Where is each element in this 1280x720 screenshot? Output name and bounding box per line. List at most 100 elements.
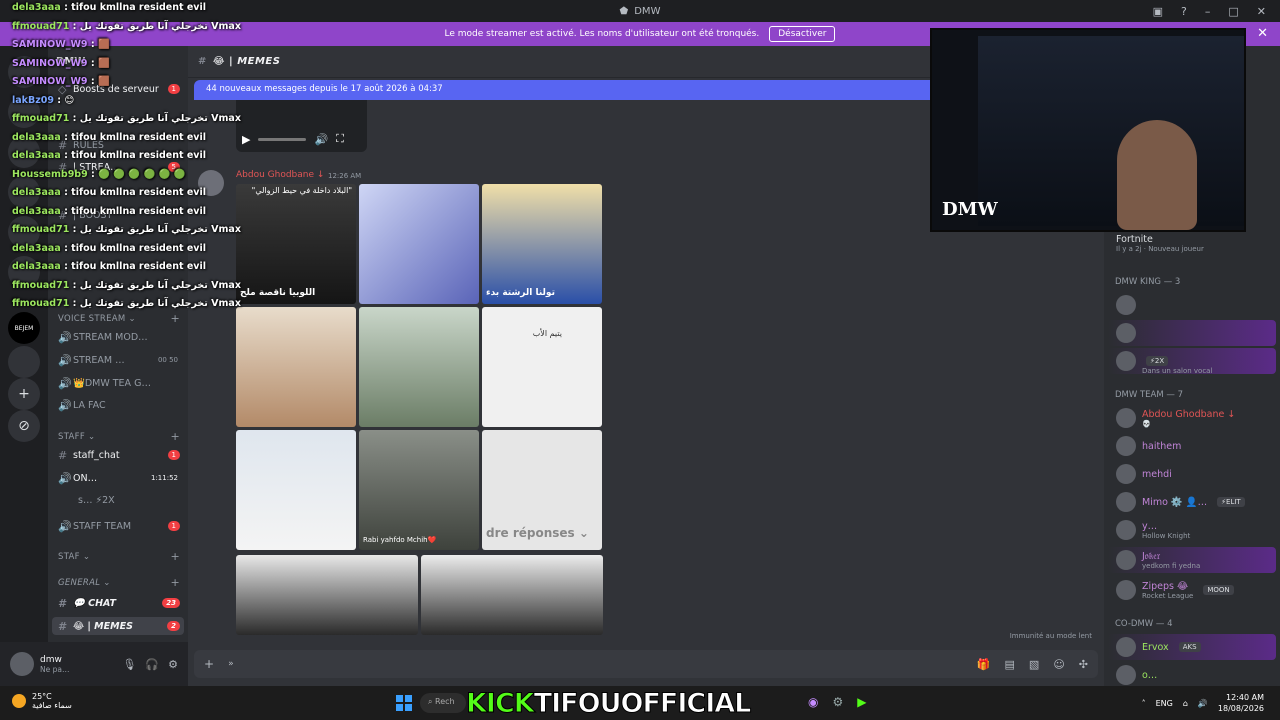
sun-icon [12, 694, 26, 708]
sticker-icon[interactable]: ▧ [1029, 658, 1039, 671]
inbox-icon[interactable]: ▣ [1153, 5, 1163, 18]
avatar[interactable] [10, 652, 34, 676]
voice-user[interactable]: s… ⚡2X [52, 491, 184, 509]
meme-image[interactable] [359, 184, 479, 304]
add-channel-icon[interactable]: + [170, 576, 180, 589]
member-item[interactable]: Mimo ⚙️ 👤… ⚡ELIT [1108, 489, 1276, 515]
add-channel-icon[interactable]: + [170, 550, 180, 563]
windows-start-button[interactable] [396, 695, 412, 711]
member-item[interactable]: Abdou Ghodbane ↓ 💀 [1108, 405, 1276, 431]
minimize-button[interactable]: – [1205, 5, 1211, 18]
member-item[interactable]: Zipeps 😂 Rocket League MOON [1108, 577, 1276, 603]
meme-image[interactable]: dre réponses ⌄ [482, 430, 602, 550]
speaker-icon: 🔊 [58, 519, 72, 533]
overlay-chat-user: dela3aaa [12, 187, 61, 198]
taskbar-search[interactable]: ⌕ Rech [420, 693, 466, 713]
video-controls: ▶ 🔊 ⛶ [242, 132, 344, 146]
discord-app-icon[interactable]: ◉ [808, 695, 818, 709]
category-general[interactable]: GENERAL ⌄ + [58, 576, 180, 589]
meme-image[interactable]: تولنا الرشتة بدء [482, 184, 602, 304]
emoji-icon[interactable]: ☺ [1053, 658, 1064, 671]
voice-channel-on[interactable]: 🔊 ON… 1:11:52 [52, 469, 184, 487]
overlay-chat-text: : تخرجلي آنا طريق تفوتك يل Vmax [72, 279, 241, 291]
meme-image[interactable] [236, 555, 418, 635]
chevron-up-icon[interactable]: ˄ [1142, 699, 1146, 708]
overlay-chat-line: SAMINOW_W9 : 🟫 [12, 58, 110, 69]
overlay-chat-text: : tifou kmllna resident evil [64, 2, 206, 13]
fullscreen-icon[interactable]: ⛶ [336, 132, 344, 146]
user-info[interactable]: dmw Ne pa… [40, 655, 69, 674]
category-staf[interactable]: STAF ⌄ + [58, 550, 180, 563]
settings-icon[interactable]: ⚙ [168, 658, 178, 671]
lang-indicator[interactable]: ENG [1156, 699, 1173, 708]
weather-widget[interactable]: 25°C سماء صافية [12, 692, 72, 710]
voice-channel-staff-team[interactable]: 🔊 STAFF TEAM 1 [52, 517, 184, 535]
meme-image[interactable] [359, 307, 479, 427]
avatar [1116, 665, 1136, 685]
settings-app-icon[interactable]: ⚙ [832, 695, 843, 709]
member-item[interactable] [1108, 320, 1276, 346]
category-voice-stream[interactable]: VOICE STREAM ⌄ + [58, 312, 180, 325]
add-channel-icon[interactable]: + [170, 430, 180, 443]
app-icon[interactable]: ▶ [857, 695, 866, 709]
channel-chat[interactable]: # 💬 CHAT 23 [52, 594, 184, 612]
channel-memes[interactable]: # 😂 | MEMES 2 [52, 617, 184, 635]
channel-staff-chat[interactable]: # staff_chat 1 [52, 446, 184, 464]
overlay-chat-text: : tifou kmllna resident evil [64, 242, 206, 254]
apps-icon[interactable]: ✣ [1079, 658, 1088, 671]
play-icon[interactable]: ▶ [242, 133, 250, 146]
member-item[interactable]: mehdi [1108, 461, 1276, 487]
gif-icon[interactable]: ▤ [1005, 658, 1015, 671]
add-attachment-icon[interactable]: + [204, 657, 214, 671]
member-item[interactable]: haithem [1108, 433, 1276, 459]
meme-image[interactable] [421, 555, 603, 635]
add-channel-icon[interactable]: + [170, 312, 180, 325]
meme-image[interactable]: "البلاد داخلة في حيط الزوالي" اللوبيا نا… [236, 184, 356, 304]
add-server-icon[interactable]: + [8, 378, 40, 410]
server-icon[interactable]: BEJEM [8, 312, 40, 344]
category-staff[interactable]: STAFF ⌄ + [58, 430, 180, 443]
voice-channel[interactable]: 🔊 STREAM MOD… [52, 328, 184, 346]
speaker-icon: 🔊 [58, 330, 72, 344]
microphone-icon[interactable]: 🎙 [122, 658, 136, 671]
member-item[interactable]: J𝔬𝔨𝔢𝔯 yedkom fi yedna [1108, 547, 1276, 573]
close-window-button[interactable]: ✕ [1257, 5, 1266, 18]
app-window: ⬟ DMW ▣ ? – □ ✕ Le mode streamer est act… [0, 0, 1280, 720]
cursor-icon: » [228, 659, 234, 669]
voice-channel[interactable]: 🔊 STREAM … 00 50 [52, 351, 184, 369]
server-icon[interactable] [8, 346, 40, 378]
message-composer[interactable]: + » 🎁 ▤ ▧ ☺ ✣ [194, 650, 1098, 678]
discover-icon[interactable]: ⊘ [8, 410, 40, 442]
member-item[interactable] [1108, 292, 1276, 318]
maximize-button[interactable]: □ [1228, 5, 1238, 18]
disable-streamer-button[interactable]: Désactiver [769, 26, 836, 42]
meme-image[interactable] [236, 307, 356, 427]
volume-icon[interactable]: 🔊 [314, 133, 328, 146]
meme-image[interactable]: يتيم الأب [482, 307, 602, 427]
clock[interactable]: 12:40 AM 18/08/2026 [1218, 692, 1264, 714]
close-icon[interactable]: ✕ [1257, 26, 1268, 41]
member-item[interactable]: y… Hollow Knight [1108, 517, 1276, 543]
message-author[interactable]: Abdou Ghodbane ↓ [236, 170, 324, 180]
member-item[interactable]: o… [1108, 662, 1276, 686]
overlay-chat-user: SAMINOW_W9 [12, 39, 88, 50]
voice-channel[interactable]: 🔊 👑DMW TEA G… [52, 374, 184, 392]
member-item[interactable]: Ervox AKS [1108, 634, 1276, 660]
video-progress[interactable] [258, 137, 307, 141]
network-icon[interactable]: ⌂ [1183, 699, 1188, 708]
avatar [1116, 550, 1136, 570]
video-player[interactable]: ▶ 🔊 ⛶ [236, 100, 367, 152]
meme-image[interactable]: Rabi yahfdo Mchih❤️ [359, 430, 479, 550]
gift-icon[interactable]: 🎁 [977, 658, 991, 671]
voice-channel[interactable]: 🔊 LA FAC [52, 396, 184, 414]
overlay-chat-user: dela3aaa [12, 242, 61, 254]
overlay-chat-line: ffmouad71 : تخرجلي آنا طريق تفوتك يل Vma… [12, 113, 241, 124]
overlay-chat-user: ffmouad71 [12, 279, 70, 291]
volume-icon[interactable]: 🔊 [1198, 699, 1208, 708]
overlay-chat-line: Houssemb9b9 : 🟢 🟢 🟢 🟢 🟢 🟢 [12, 169, 186, 180]
help-icon[interactable]: ? [1181, 5, 1187, 18]
avatar [1116, 351, 1136, 371]
headphones-icon[interactable]: 🎧 [145, 658, 159, 671]
meme-image[interactable] [236, 430, 356, 550]
member-item[interactable]: ⚡2X Dans un salon vocal [1108, 348, 1276, 375]
